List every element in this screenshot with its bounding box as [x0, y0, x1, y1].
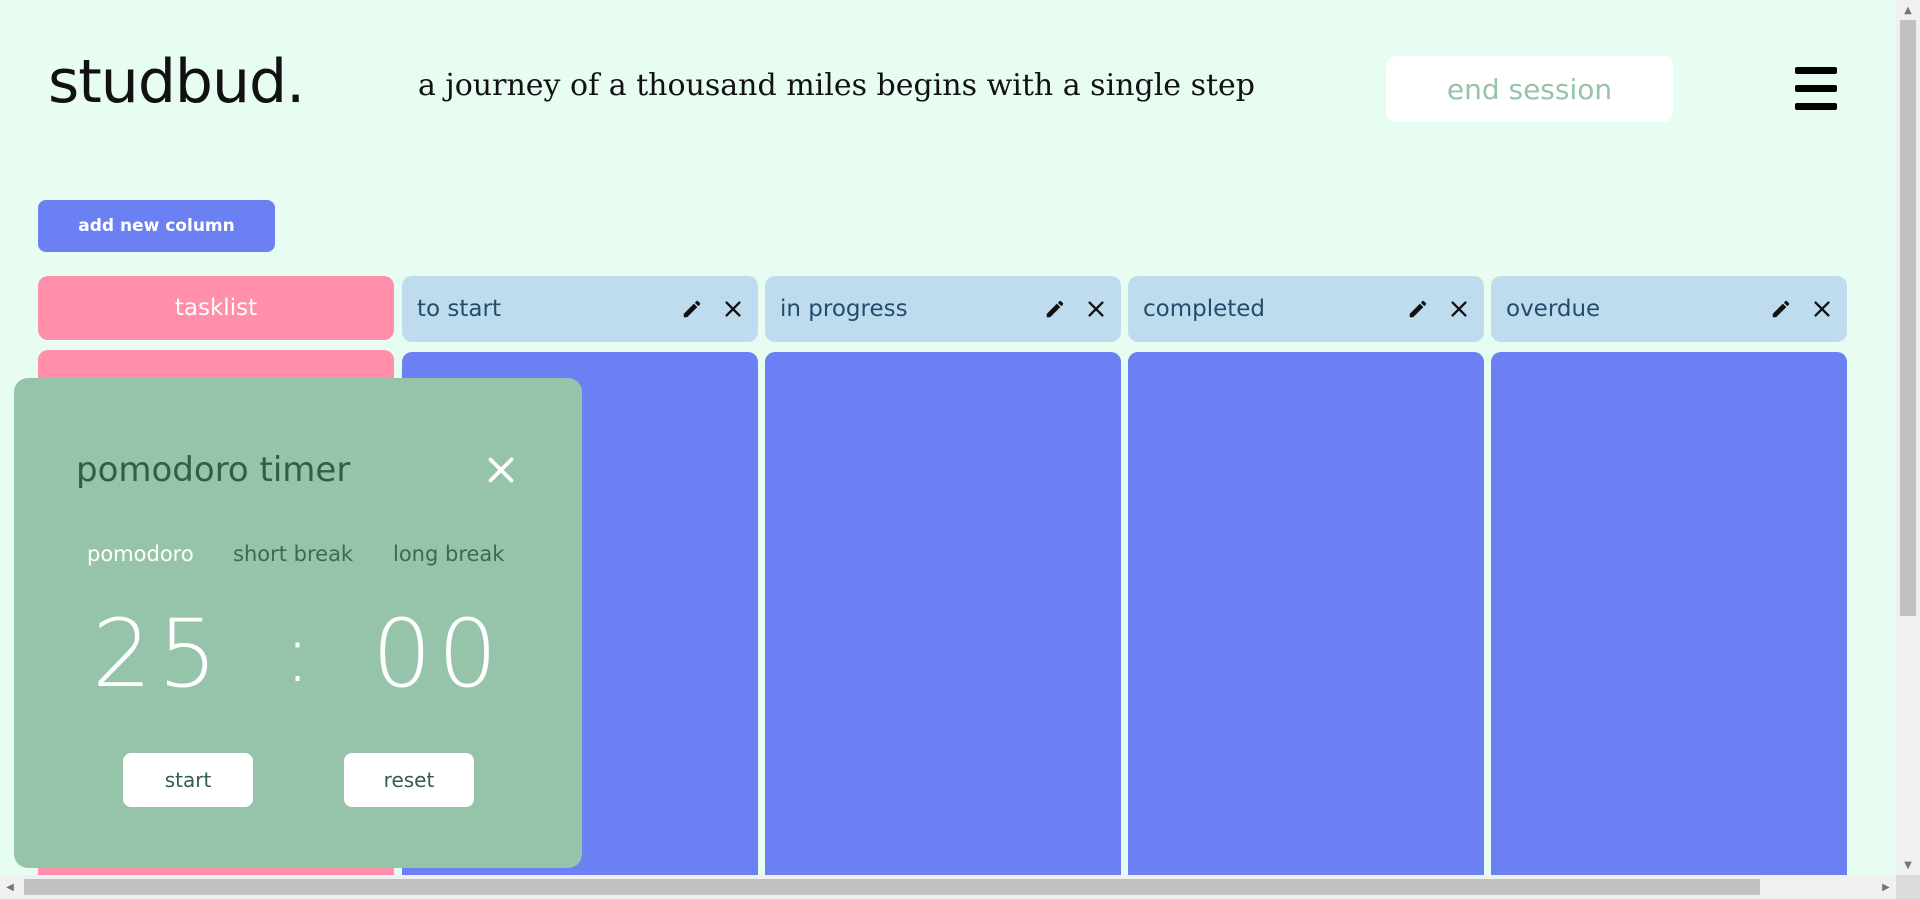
- column-header-completed: completed: [1128, 276, 1484, 342]
- column-body-in-progress[interactable]: [765, 352, 1121, 875]
- reset-button[interactable]: reset: [344, 753, 474, 807]
- column-title: completed: [1143, 296, 1266, 322]
- tasklist-header[interactable]: tasklist: [38, 276, 394, 340]
- app-logo: studbud.: [48, 47, 305, 117]
- pencil-icon[interactable]: [681, 298, 703, 320]
- end-session-button[interactable]: end session: [1386, 56, 1673, 122]
- pomodoro-title: pomodoro timer: [76, 450, 351, 490]
- scroll-down-arrow-icon[interactable]: ▼: [1896, 855, 1920, 875]
- vertical-scroll-thumb[interactable]: [1900, 20, 1916, 616]
- close-icon[interactable]: [722, 298, 744, 320]
- timer-seconds: 00: [372, 600, 504, 709]
- column-header-overdue: overdue: [1491, 276, 1847, 342]
- column-body-completed[interactable]: [1128, 352, 1484, 875]
- pomodoro-timer-panel: pomodoro timer pomodoro short break long…: [14, 378, 582, 868]
- pencil-icon[interactable]: [1407, 298, 1429, 320]
- column-title: to start: [417, 296, 501, 322]
- scroll-left-arrow-icon[interactable]: ◀: [0, 875, 20, 899]
- pencil-icon[interactable]: [1770, 298, 1792, 320]
- column-title: overdue: [1506, 296, 1601, 322]
- timer-minutes: 25: [92, 600, 224, 709]
- timer-separator: :: [284, 607, 311, 700]
- pencil-icon[interactable]: [1044, 298, 1066, 320]
- scrollbar-corner: [1896, 875, 1920, 899]
- mode-tab-long-break[interactable]: long break: [393, 542, 504, 566]
- close-icon[interactable]: [487, 456, 515, 484]
- start-button[interactable]: start: [123, 753, 253, 807]
- motivational-quote: a journey of a thousand miles begins wit…: [418, 68, 1255, 103]
- hamburger-menu-icon[interactable]: [1795, 67, 1837, 111]
- mode-tab-pomodoro[interactable]: pomodoro: [87, 542, 194, 566]
- column-header-to-start: to start: [402, 276, 758, 342]
- column-body-overdue[interactable]: [1491, 352, 1847, 875]
- scroll-right-arrow-icon[interactable]: ▶: [1876, 875, 1896, 899]
- column-header-in-progress: in progress: [765, 276, 1121, 342]
- close-icon[interactable]: [1085, 298, 1107, 320]
- mode-tab-short-break[interactable]: short break: [233, 542, 353, 566]
- horizontal-scroll-thumb[interactable]: [24, 879, 1760, 895]
- scroll-up-arrow-icon[interactable]: ▲: [1896, 0, 1920, 20]
- add-new-column-button[interactable]: add new column: [38, 200, 275, 252]
- horizontal-scrollbar[interactable]: ◀ ▶: [0, 875, 1896, 899]
- vertical-scrollbar[interactable]: ▲ ▼: [1896, 0, 1920, 875]
- close-icon[interactable]: [1811, 298, 1833, 320]
- column-title: in progress: [780, 296, 908, 322]
- close-icon[interactable]: [1448, 298, 1470, 320]
- page: studbud. a journey of a thousand miles b…: [0, 0, 1896, 875]
